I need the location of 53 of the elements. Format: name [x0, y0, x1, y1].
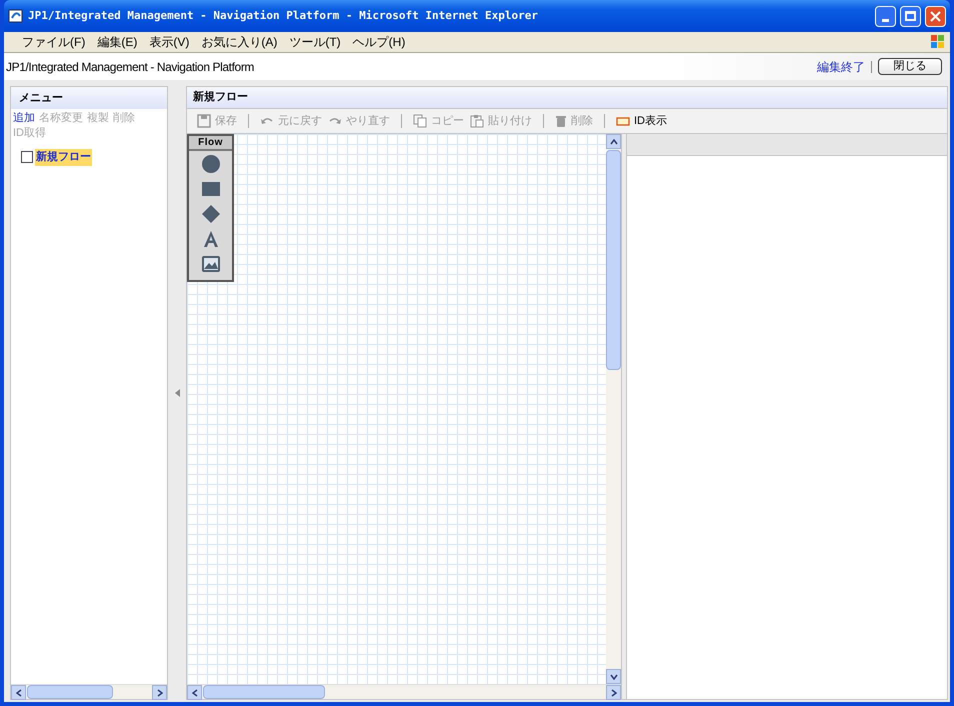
app-title: JP1/Integrated Management - Navigation Platform [6, 58, 256, 76]
window-title: JP1/Integrated Management - Navigation Platform - Microsoft Internet Explorer [28, 8, 539, 24]
horizontal-scrollbar[interactable] [11, 684, 167, 699]
toolbar-separator [401, 114, 402, 128]
menu-item[interactable]: ヘルプ(H) [352, 33, 406, 51]
scroll-right-button[interactable] [152, 685, 167, 700]
finish-editing-link[interactable]: 編集終了 [817, 58, 865, 76]
flag-logo-icon [930, 34, 946, 50]
menu-item[interactable]: お気に入り(A) [201, 33, 278, 51]
save-icon [197, 114, 211, 128]
scroll-down-button[interactable] [606, 669, 621, 684]
close-page-button[interactable]: 閉じる [878, 58, 942, 75]
copy-icon [413, 114, 427, 128]
menu-item[interactable]: ファイル(F) [22, 33, 86, 51]
text-tool-icon[interactable] [202, 230, 220, 248]
tree-item[interactable]: 新規フロー [35, 149, 92, 166]
menu-item[interactable]: 表示(V) [149, 33, 190, 51]
toolbar-separator [248, 114, 249, 128]
panel-title: メニュー [19, 90, 63, 106]
horizontal-scrollbar[interactable] [187, 684, 621, 699]
scroll-right-button[interactable] [606, 685, 621, 700]
toolbar-button[interactable]: ID表示 [616, 112, 667, 130]
close-icon [930, 10, 941, 22]
panel-title: 新規フロー [193, 90, 248, 106]
menu-item[interactable]: 編集(E) [97, 33, 138, 51]
scroll-left-button[interactable] [187, 685, 202, 700]
trash-icon [555, 114, 567, 128]
paste-icon [470, 114, 484, 128]
flow-canvas[interactable]: Flow [187, 134, 606, 684]
image-tool-icon[interactable] [200, 254, 220, 272]
menu-item[interactable]: ツール(T) [289, 33, 341, 51]
maximize-button[interactable] [900, 6, 921, 26]
collapse-arrow-icon[interactable] [174, 389, 180, 397]
redo-icon [328, 115, 342, 127]
id-box-icon [616, 116, 630, 126]
browser-icon [8, 8, 24, 24]
toolbar-separator [543, 114, 544, 128]
toolbar-separator [604, 114, 605, 128]
rectangle-tool-icon[interactable] [200, 180, 220, 196]
menu-action-link[interactable]: 追加 [13, 111, 35, 126]
undo-icon [260, 115, 274, 127]
scroll-thumb[interactable] [203, 685, 325, 699]
scroll-up-button[interactable] [606, 134, 621, 149]
close-button[interactable] [925, 6, 946, 26]
scroll-left-button[interactable] [11, 685, 26, 700]
diamond-tool-icon[interactable] [200, 204, 220, 224]
scroll-thumb[interactable] [606, 150, 621, 370]
tree-checkbox[interactable] [21, 151, 33, 164]
scroll-thumb[interactable] [27, 685, 113, 699]
vertical-scrollbar[interactable] [606, 134, 621, 684]
palette-title: Flow [189, 136, 232, 151]
minimize-button[interactable] [875, 6, 896, 26]
circle-tool-icon[interactable] [200, 154, 220, 174]
